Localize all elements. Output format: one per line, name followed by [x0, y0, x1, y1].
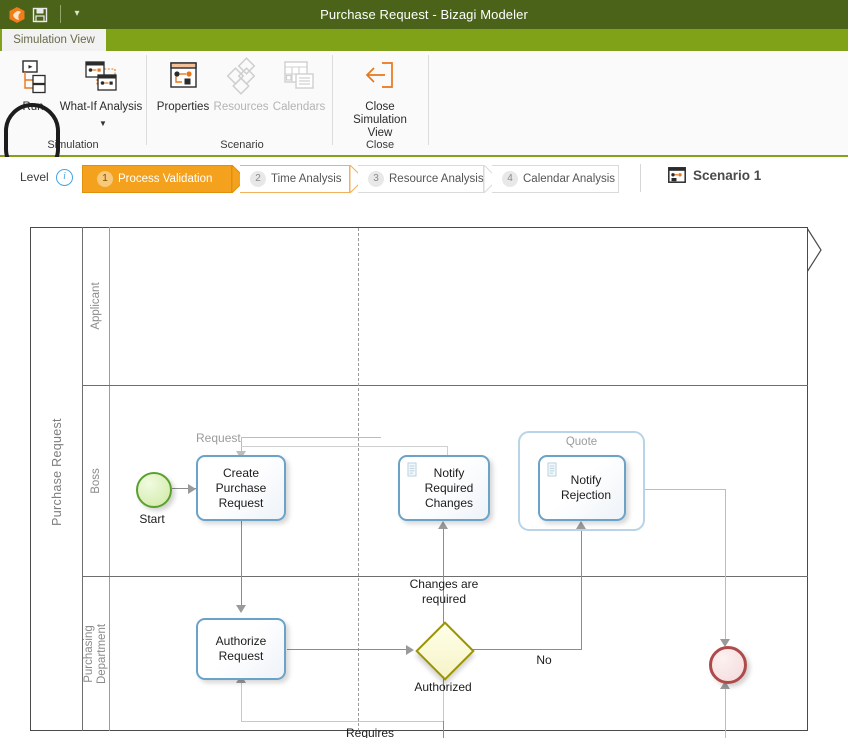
resources-button-label: Resources [213, 101, 269, 113]
flow-authorize-to-gateway-arrow [406, 645, 414, 655]
close-simulation-view-icon [358, 57, 402, 99]
pool-label: Purchase Request [50, 418, 64, 526]
ribbon-divider [146, 55, 147, 145]
chevron-down-icon[interactable]: ▼ [99, 119, 107, 128]
ribbon-divider [428, 55, 429, 145]
ribbon-group-scenario: Properties Resources Calendars Scenario [152, 51, 332, 155]
flow-changes-required-arrow [438, 521, 448, 529]
ribbon-tabstrip [0, 29, 848, 51]
what-if-analysis-icon [79, 57, 123, 99]
title-bar: ▾ Purchase Request - Bizagi Modeler [0, 0, 848, 29]
run-simulation-icon [11, 57, 55, 99]
stage-number-1: 1 [97, 171, 113, 187]
window-title: Purchase Request - Bizagi Modeler [320, 7, 528, 22]
stage-resource-analysis[interactable]: 3 Resource Analysis [358, 165, 484, 193]
lane-applicant: Applicant [83, 227, 808, 385]
flow-po-to-end-v [725, 689, 726, 738]
stage-label-4: Calendar Analysis [523, 173, 616, 185]
properties-button[interactable]: Properties [152, 57, 214, 114]
what-if-analysis-button[interactable]: What-If Analysis ▼ [56, 57, 146, 128]
tab-simulation-view[interactable]: Simulation View [2, 29, 106, 51]
start-event-label: Start [139, 512, 165, 526]
flow-label-no: No [536, 653, 552, 667]
stage-number-4: 4 [502, 171, 518, 187]
task-create-purchase-request[interactable]: Create Purchase Request [196, 455, 286, 521]
stage-label-3: Resource Analysis [389, 173, 484, 185]
diagram-canvas[interactable]: Purchase Request Applicant Boss Purchasi… [0, 199, 848, 738]
flow-notify-changes-back-h [241, 446, 447, 447]
ribbon-group-close-label: Close [365, 139, 395, 151]
stage-label-1: Process Validation [118, 173, 213, 185]
flow-no-h [462, 649, 582, 650]
stage-number-2: 2 [250, 171, 266, 187]
flow-start-to-create-arrow [188, 484, 196, 494]
task-authorize-request-label: Authorize Request [215, 634, 267, 663]
lane-header-purchasing-department: Purchasing Department [83, 577, 110, 731]
scenario-label: Scenario 1 [693, 167, 762, 183]
resources-button: Resources [210, 57, 272, 114]
ribbon-group-close: Close Simulation View Close [332, 51, 428, 155]
properties-button-label: Properties [156, 101, 210, 113]
pool-label-column: Purchase Request [30, 227, 83, 731]
flow-label-requires-approval: Requires another approval [320, 726, 420, 738]
stage-process-validation[interactable]: 1 Process Validation [82, 165, 232, 193]
task-create-purchase-request-label: Create Purchase Request [215, 465, 267, 510]
what-if-analysis-button-label: What-If Analysis [59, 101, 143, 113]
calendars-button-label: Calendars [272, 101, 326, 113]
info-icon[interactable]: i [56, 169, 73, 186]
task-notify-rejection[interactable]: Notify Rejection [538, 455, 626, 521]
stage-time-analysis[interactable]: 2 Time Analysis [240, 165, 350, 193]
end-event[interactable] [709, 646, 747, 684]
flow-requires-approval-h [241, 721, 443, 722]
flow-label-requires-approval-l1: Requires [345, 726, 395, 738]
close-simulation-view-label-2: Simulation View [353, 114, 407, 139]
script-task-icon [546, 462, 558, 477]
flow-label-changes-required: Changes are required [388, 577, 500, 607]
close-simulation-view-button[interactable]: Close Simulation View [349, 57, 411, 140]
start-event[interactable] [136, 472, 172, 508]
flow-create-to-authorize-v [241, 521, 242, 607]
resources-icon [219, 57, 263, 99]
stage-calendar-analysis[interactable]: 4 Calendar Analysis [492, 165, 619, 193]
flow-create-to-authorize-arrow [236, 605, 246, 613]
ribbon-group-scenario-label: Scenario [220, 139, 264, 151]
scenario-indicator[interactable]: Scenario 1 [668, 167, 761, 183]
close-simulation-view-label-1: Close [365, 101, 395, 113]
calendars-icon [277, 57, 321, 99]
message-flow-request-h [241, 437, 381, 438]
bizagi-modeler-window: ▾ Purchase Request - Bizagi Modeler Simu… [0, 0, 848, 738]
lane-header-applicant: Applicant [83, 227, 110, 385]
message-flow-request-label: Request [196, 431, 241, 445]
properties-icon [161, 57, 205, 99]
flow-rejection-to-end-h [645, 489, 725, 490]
gateway-authorized-label: Authorized [414, 680, 472, 694]
phase-divider [358, 228, 359, 731]
stage-label-2: Time Analysis [271, 173, 342, 185]
flow-label-changes-required-l2: required [421, 592, 467, 606]
flow-label-changes-required-l1: Changes are [409, 577, 479, 591]
flow-authorize-to-gateway [287, 649, 412, 650]
task-notify-required-changes[interactable]: Notify Required Changes [398, 455, 490, 521]
lane-label-purchasing-department: Purchasing Department [83, 623, 108, 685]
level-label: Level [20, 170, 49, 184]
level-bar: Level i 1 Process Validation 2 Time Anal… [0, 157, 848, 200]
lane-label-boss: Boss [90, 468, 102, 494]
stage-number-3: 3 [368, 171, 384, 187]
lane-label-applicant: Applicant [90, 282, 102, 330]
flow-rejection-to-end-v [725, 489, 726, 645]
script-task-icon [406, 462, 418, 477]
ribbon: Run What-If Analysis ▼ Simulation Proper… [0, 51, 848, 177]
subprocess-container-quote-label: Quote [565, 436, 598, 448]
task-authorize-request[interactable]: Authorize Request [196, 618, 286, 680]
pool-chevron-tip [806, 227, 823, 273]
scenario-icon [668, 167, 686, 183]
lane-header-boss: Boss [83, 386, 110, 576]
calendars-button: Calendars [268, 57, 330, 114]
flow-requires-approval-v2 [241, 683, 242, 721]
flow-no-v [581, 529, 582, 649]
levelbar-divider [640, 164, 641, 192]
task-notify-rejection-label: Notify Rejection [560, 473, 612, 502]
